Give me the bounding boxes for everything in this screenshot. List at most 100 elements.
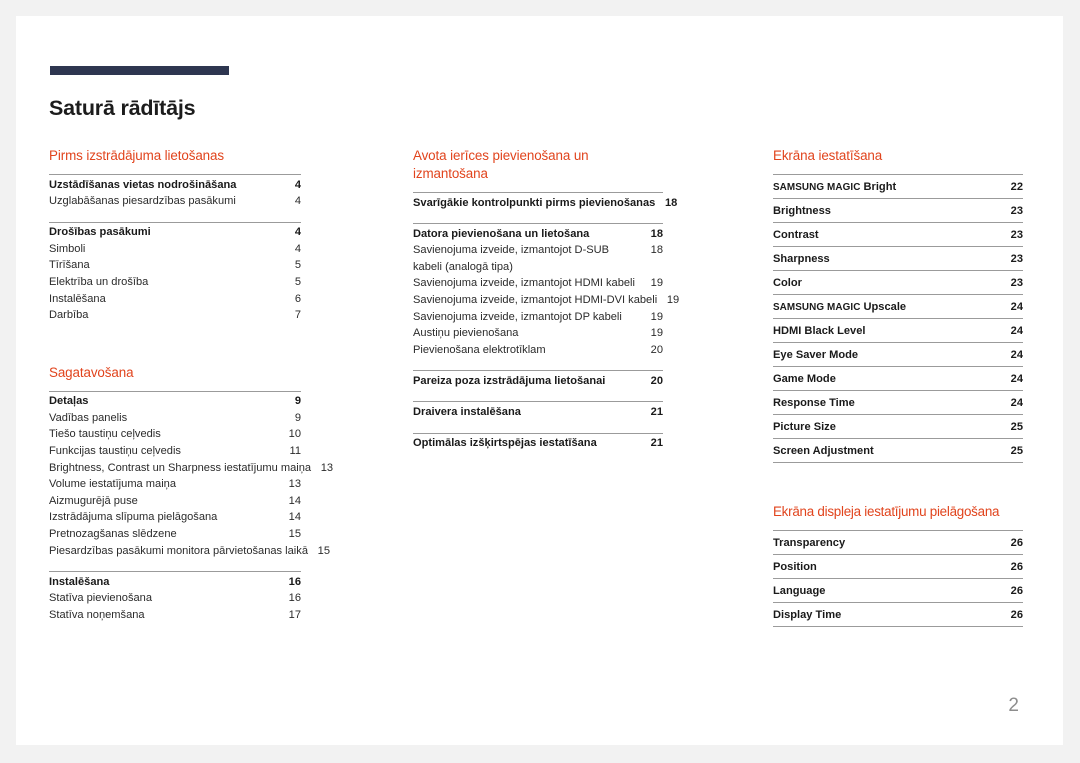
toc-entry[interactable]: Statīva noņemšana 17 xyxy=(49,607,301,624)
toc-entry[interactable]: Pareiza poza izstrādājuma lietošanai 20 xyxy=(413,371,663,389)
toc-entry-page: 20 xyxy=(650,374,663,387)
toc-entry[interactable]: Piesardzības pasākumi monitora pārvietoš… xyxy=(49,543,330,560)
toc-entry[interactable]: Response Time 24 xyxy=(773,390,1023,414)
toc-entry-label: Izstrādājuma slīpuma pielāgošana xyxy=(49,511,218,524)
toc-entry[interactable]: Instalēšana 6 xyxy=(49,291,301,308)
toc-entry-page: 26 xyxy=(1010,608,1023,621)
toc-entry[interactable]: Pievienošana elektrotīklam 20 xyxy=(413,342,663,359)
toc-entry-label: Vadības panelis xyxy=(49,411,128,424)
toc-entry[interactable]: Izstrādājuma slīpuma pielāgošana 14 xyxy=(49,509,301,526)
toc-entry[interactable]: Savienojuma izveide, izmantojot DP kabel… xyxy=(413,309,663,326)
toc-entry-page: 16 xyxy=(288,575,301,588)
toc-entry-page: 14 xyxy=(288,494,301,507)
toc-entry-page: 19 xyxy=(666,293,680,306)
toc-entry-page: 10 xyxy=(288,428,301,441)
toc-entry-page: 19 xyxy=(650,310,663,323)
toc-entry-page: 6 xyxy=(294,292,301,305)
toc-entry[interactable]: Uzstādīšanas vietas nodrošināšana 4 xyxy=(49,175,301,193)
toc-entry[interactable]: Contrast 23 xyxy=(773,222,1023,246)
toc-entry[interactable]: Simboli 4 xyxy=(49,241,301,258)
toc-group: Instalēšana 16 Statīva pievienošana 16 Statī… xyxy=(49,571,301,623)
toc-entry[interactable]: Optimālas izšķirtspējas iestatīšana 21 xyxy=(413,434,663,452)
toc-entry-page: 13 xyxy=(288,478,301,491)
toc-entry-label: Svarīgākie kontrolpunkti pirms pievienoš… xyxy=(413,196,656,209)
toc-entry[interactable]: Transparency 26 xyxy=(773,530,1023,554)
toc-entry[interactable]: Savienojuma izveide, izmantojot D-SUB ka… xyxy=(413,242,663,275)
toc-entry[interactable]: Elektrība un drošība 5 xyxy=(49,274,301,291)
toc-entry-page: 17 xyxy=(288,608,301,621)
toc-entry[interactable]: Vadības panelis 9 xyxy=(49,410,301,427)
toc-entry[interactable]: Pretnozagšanas slēdzene 15 xyxy=(49,526,301,543)
toc-entry-label: Screen Adjustment xyxy=(773,444,874,457)
toc-entry-label: Contrast xyxy=(773,228,819,241)
toc-entry[interactable]: Brightness 23 xyxy=(773,198,1023,222)
toc-entry[interactable]: Display Time 26 xyxy=(773,602,1023,626)
toc-entry[interactable]: Darbība 7 xyxy=(49,307,301,324)
toc-entry-label: Darbība xyxy=(49,309,89,322)
toc-entry[interactable]: Color 23 xyxy=(773,270,1023,294)
toc-entry-page: 25 xyxy=(1010,444,1023,457)
toc-entry-page: 15 xyxy=(288,528,301,540)
toc-entry-label: HDMI Black Level xyxy=(773,324,866,337)
toc-entry[interactable]: Drošības pasākumi 4 xyxy=(49,223,301,241)
toc-entry[interactable]: Screen Adjustment 25 xyxy=(773,438,1023,462)
toc-entry-label: Uzstādīšanas vietas nodrošināšana xyxy=(49,178,237,191)
toc-entry-label: Draivera instalēšana xyxy=(413,405,521,418)
toc-entry[interactable]: Tiešo taustiņu ceļvedis 10 xyxy=(49,426,301,443)
toc-group: Datora pievienošana un lietošana 18 Savien… xyxy=(413,223,679,359)
toc-entry[interactable]: Picture Size 25 xyxy=(773,414,1023,438)
toc-entry[interactable]: Datora pievienošana un lietošana 18 xyxy=(413,224,663,242)
toc-entry-page: 16 xyxy=(288,592,301,605)
toc-entry[interactable]: Uzglabāšanas piesardzības pasākumi 4 xyxy=(49,193,301,210)
toc-entry-label: Pretnozagšanas slēdzene xyxy=(49,528,177,540)
toc-entry[interactable]: Austiņu pievienošana 19 xyxy=(413,325,663,342)
toc-entry[interactable]: Tīrīšana 5 xyxy=(49,257,301,274)
toc-entry-label: Volume iestatījuma maiņa xyxy=(49,478,177,491)
toc-entry-page: 24 xyxy=(1010,372,1023,385)
toc-entry[interactable]: Brightness, Contrast un Sharpness iestat… xyxy=(49,460,333,477)
toc-entry[interactable]: Savienojuma izveide, izmantojot HDMI kab… xyxy=(413,275,663,292)
toc-group: Uzstādīšanas vietas nodrošināšana 4 Uzglab… xyxy=(49,174,301,210)
toc-entry[interactable]: Language 26 xyxy=(773,578,1023,602)
toc-entry-page: 23 xyxy=(1010,204,1023,217)
toc-entry-label: Brightness, Contrast un Sharpness iestat… xyxy=(49,461,312,474)
toc-entry[interactable]: Detaļas 9 xyxy=(49,392,301,410)
toc-entry-page: 5 xyxy=(294,275,301,288)
toc-entry-label: Detaļas xyxy=(49,395,89,408)
toc-entry[interactable]: Aizmugurējā puse 14 xyxy=(49,493,301,510)
toc-entry[interactable]: Funkcijas taustiņu ceļvedis 11 xyxy=(49,443,301,460)
toc-entry-label: Aizmugurējā puse xyxy=(49,494,138,507)
toc-entry[interactable]: Eye Saver Mode 24 xyxy=(773,342,1023,366)
toc-entry[interactable]: SAMSUNG MAGIC Bright 22 xyxy=(773,174,1023,198)
toc-group: Optimālas izšķirtspējas iestatīšana 21 xyxy=(413,432,663,452)
toc-entry-label: Statīva pievienošana xyxy=(49,592,152,605)
toc-entry[interactable]: Statīva pievienošana 16 xyxy=(49,590,301,607)
toc-entry[interactable]: Instalēšana 16 xyxy=(49,572,301,590)
toc-entry-label: Instalēšana xyxy=(49,292,106,305)
toc-entry-label-brand: SAMSUNG MAGIC xyxy=(773,301,861,313)
section-heading: Pirms izstrādājuma lietošanas xyxy=(49,148,224,163)
toc-entry-label: Instalēšana xyxy=(49,575,110,588)
toc-entry[interactable]: Position 26 xyxy=(773,554,1023,578)
toc-entry[interactable]: Game Mode 24 xyxy=(773,366,1023,390)
toc-entry-page: 21 xyxy=(650,437,663,450)
toc-entry[interactable]: SAMSUNG MAGIC Upscale 24 xyxy=(773,294,1023,318)
toc-entry[interactable]: Sharpness 23 xyxy=(773,246,1023,270)
toc-entry[interactable]: Savienojuma izveide, izmantojot HDMI-DVI… xyxy=(413,292,679,309)
toc-entry-label: Uzglabāšanas piesardzības pasākumi xyxy=(49,195,236,208)
toc-section: Pirms izstrādājuma lietošanas Uzstādīšana… xyxy=(49,147,301,324)
toc-entry[interactable]: Volume iestatījuma maiņa 13 xyxy=(49,476,301,493)
toc-entry[interactable]: Draivera instalēšana 21 xyxy=(413,402,663,420)
toc-entry-label: Game Mode xyxy=(773,372,836,385)
toc-entry-page: 26 xyxy=(1010,560,1023,573)
toc-entry[interactable]: Svarīgākie kontrolpunkti pirms pievienoš… xyxy=(413,193,677,211)
page-title: Saturā rādītājs xyxy=(49,96,196,121)
toc-entry-label: Savienojuma izveide, izmantojot DP kabel… xyxy=(413,310,622,323)
toc-column-1: Pirms izstrādājuma lietošanas Uzstādīšana… xyxy=(49,147,333,623)
toc-entry[interactable]: HDMI Black Level 24 xyxy=(773,318,1023,342)
toc-entry-page: 23 xyxy=(1010,252,1023,265)
toc-entry-page: 11 xyxy=(289,445,301,458)
